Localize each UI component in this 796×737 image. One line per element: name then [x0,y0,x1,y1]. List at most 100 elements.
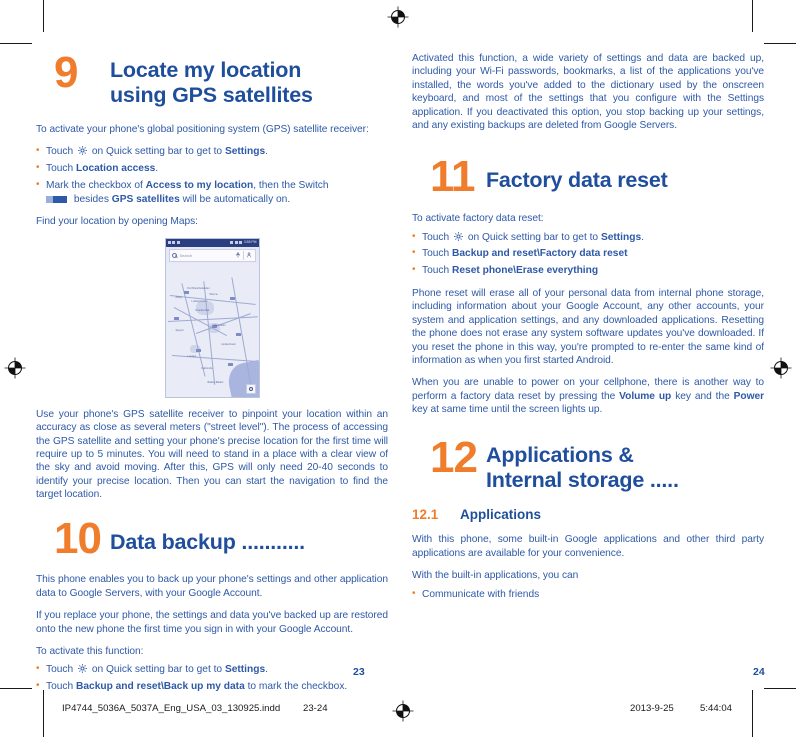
chapter-10-title: Data backup ........... [110,529,305,554]
search-icon [171,252,177,258]
battery-status-icon [239,241,243,245]
right-page-column: Activated this function, a wide variety … [412,52,764,610]
gps-step-3-bold2: GPS satellites [111,193,180,205]
map-place-label-9: Hockenheim [221,342,236,346]
footer-date: 2013-9-25 [630,703,674,714]
gps-steps-list: Touch on Quick setting bar to get to Set… [36,144,388,206]
gps-step-1-prefix: Touch [46,146,77,158]
chapter-12-title-line1: Applications & [486,442,634,467]
map-road-2 [167,316,258,322]
backup-step-1-prefix: Touch [46,664,77,676]
footer-time: 5:44:04 [700,703,733,714]
crop-mark-tl-h [0,43,32,44]
page-number-left: 23 [353,666,365,678]
activated-function-paragraph: Activated this function, a wide variety … [412,53,764,132]
chapter-12-number: 12 [430,432,478,482]
android-status-bar: 3:58 PM [165,238,259,247]
gps-step-2-prefix: Touch [46,162,77,174]
gps-step-1-middle: on Quick setting bar to get to [89,146,225,158]
crop-mark-tr-v [752,0,753,32]
gps-step-2-suffix: . [155,162,159,174]
chapter-9-title-line2-a: using [110,83,173,108]
chapter-11-number: 11 [430,152,476,202]
chapter-10-heading: 10 Data backup ........... [36,516,388,560]
crop-mark-br-h [764,688,796,689]
backup-step-1-middle: on Quick setting bar to get to [89,664,225,676]
location-status-icon [167,241,171,245]
chapter-12-heading: 12 Applications & Internal storage ..... [412,432,764,494]
gps-step-3-suffix: will be automatically on. [179,193,291,205]
map-place-label-11: Baden-Baden [207,380,224,384]
factory-reset-steps-list: Touch on Quick setting bar to get to Set… [412,230,764,278]
chapter-9-title-gps: GPS [172,83,217,108]
factory-step-2-prefix: Touch [422,248,453,260]
status-right-icons: 3:58 PM [230,240,257,245]
factory-reset-intro: To activate factory data reset: [412,213,544,225]
map-place-label-2: Alzey [175,295,182,299]
status-left-icons [167,241,180,245]
reset-paragraph-2: When you are unable to power on your cel… [412,376,764,416]
backup-step-back-up-my-data: Touch Backup and reset\Back up my data t… [36,679,388,694]
sync-status-icon [172,241,175,245]
maps-canvas[interactable]: Kirchheimbolanden Alzey Worms Frankentha… [165,262,259,397]
section-12-1-heading: 12.1 Applications [412,507,764,522]
map-route-shield-3 [173,316,179,320]
left-page-column: 9 Locate my location using GPS satellite… [36,48,388,703]
signal-status-icon [234,241,238,245]
gps-step-1-bold: Settings [224,146,266,158]
registration-mark-footer [392,700,414,722]
chapter-9-title-line2-b: satellites [216,83,313,108]
map-place-label-8: Landau [187,354,197,358]
volume-up-key-label: Volume up [619,390,672,402]
gps-step-location-access: Touch Location access. [36,161,388,176]
my-location-icon[interactable] [245,383,256,394]
chapter-11-title: Factory data reset [486,168,668,193]
factory-step-1-prefix: Touch [422,231,453,243]
maps-app-screenshot: 3:58 PM Search Kirchheimbolanden Alzey W… [164,237,260,398]
map-route-shield-1 [183,290,189,294]
footer-page-range: 23-24 [303,703,328,714]
backup-paragraph-2: If you replace your phone, the settings … [36,610,388,635]
registration-mark-right [770,357,792,379]
registration-mark-left [4,357,26,379]
gps-step-3-prefix: Mark the checkbox of [46,179,146,191]
map-place-label-3: Worms [209,292,218,296]
status-bar-clock: 3:58 PM [243,240,257,245]
section-12-1-number: 12.1 [412,507,439,523]
backup-step-1-bold: Settings [224,664,266,676]
reset-paragraph-1: Phone reset will erase all of your perso… [412,288,764,367]
maps-search-bar[interactable]: Search [168,248,256,262]
chapter-9-title: Locate my location using GPS satellites [110,52,388,109]
factory-step-touch-settings: Touch on Quick setting bar to get to Set… [412,230,764,245]
applications-paragraph-2: With the built-in applications, you can [412,570,579,582]
crop-mark-bl-h [0,688,32,689]
searchbar-divider [243,250,244,260]
registration-mark-top [387,6,409,28]
directions-icon[interactable] [234,251,241,260]
gps-description-paragraph: Use your phone's GPS satellite receiver … [36,408,388,501]
factory-step-3-prefix: Touch [422,265,453,277]
map-route-shield-5 [235,332,241,336]
map-route-shield-2 [229,296,235,300]
crop-mark-tr-h [764,43,796,44]
reset-para2-c: key at same time until the screen lights… [412,404,603,416]
section-12-1-title: Applications [460,507,542,523]
map-route-shield-6 [195,348,201,352]
switch-icon [46,194,68,203]
person-icon[interactable] [246,251,253,260]
map-place-label-10: Karlsruhe [201,366,213,370]
chapter-9-number: 9 [54,48,78,97]
backup-activate-text: To activate this function: [36,645,144,657]
backup-step-2-prefix: Touch [46,681,77,693]
factory-step-2-bold: Backup and reset\Factory data reset [452,248,628,260]
map-place-label-5: Ludwigshafen [191,299,208,303]
find-location-text: Find your location by opening Maps: [36,216,198,228]
app-feature-communicate: Communicate with friends [412,587,764,602]
gps-intro-text: To activate your phone's global position… [36,123,369,135]
chapter-9-heading: 9 Locate my location using GPS satellite… [36,48,388,109]
gps-step-3-middle2: besides [71,193,112,205]
backup-step-2-bold: Backup and reset\Back up my data [76,681,245,693]
backup-step-touch-settings: Touch on Quick setting bar to get to Set… [36,662,388,677]
page-number-right: 24 [753,666,765,678]
factory-step-1-bold: Settings [600,231,642,243]
